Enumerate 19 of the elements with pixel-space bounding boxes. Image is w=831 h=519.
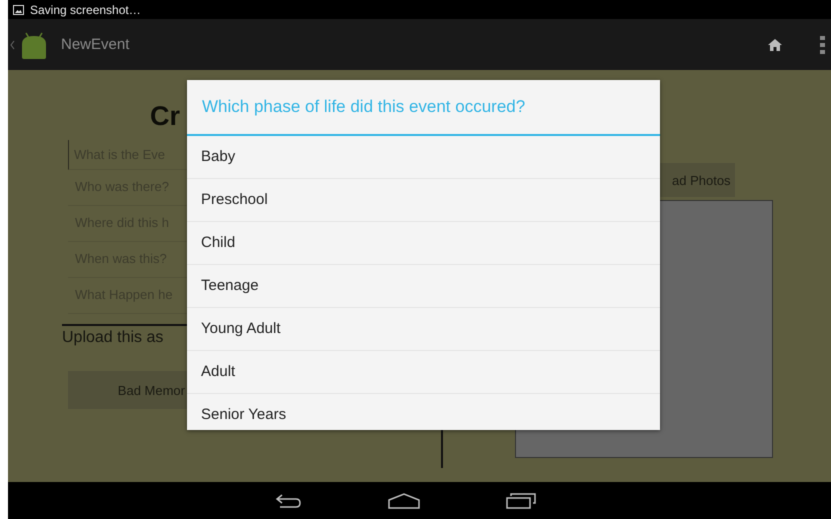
list-item[interactable]: Senior Years	[187, 393, 660, 436]
back-caret-icon[interactable]	[10, 40, 15, 50]
list-item[interactable]: Young Adult	[187, 307, 660, 350]
list-item[interactable]: Baby	[187, 136, 660, 178]
notification-text: Saving screenshot…	[30, 2, 141, 16]
recent-apps-icon[interactable]	[506, 492, 536, 508]
home-outline-icon[interactable]	[388, 492, 420, 508]
list-item[interactable]: Preschool	[187, 178, 660, 221]
form-heading: Cr	[150, 100, 182, 132]
list-item[interactable]: Teenage	[187, 264, 660, 307]
overflow-menu-icon[interactable]	[820, 36, 825, 54]
upload-label: Upload this as	[62, 329, 164, 347]
home-icon[interactable]	[768, 38, 782, 50]
dialog-title: Which phase of life did this event occured?	[187, 80, 660, 136]
screen-title: NewEvent	[61, 36, 130, 53]
list-item[interactable]: Child	[187, 221, 660, 264]
list-item[interactable]: Adult	[187, 350, 660, 393]
picture-icon	[13, 4, 24, 14]
back-icon[interactable]	[274, 492, 302, 508]
